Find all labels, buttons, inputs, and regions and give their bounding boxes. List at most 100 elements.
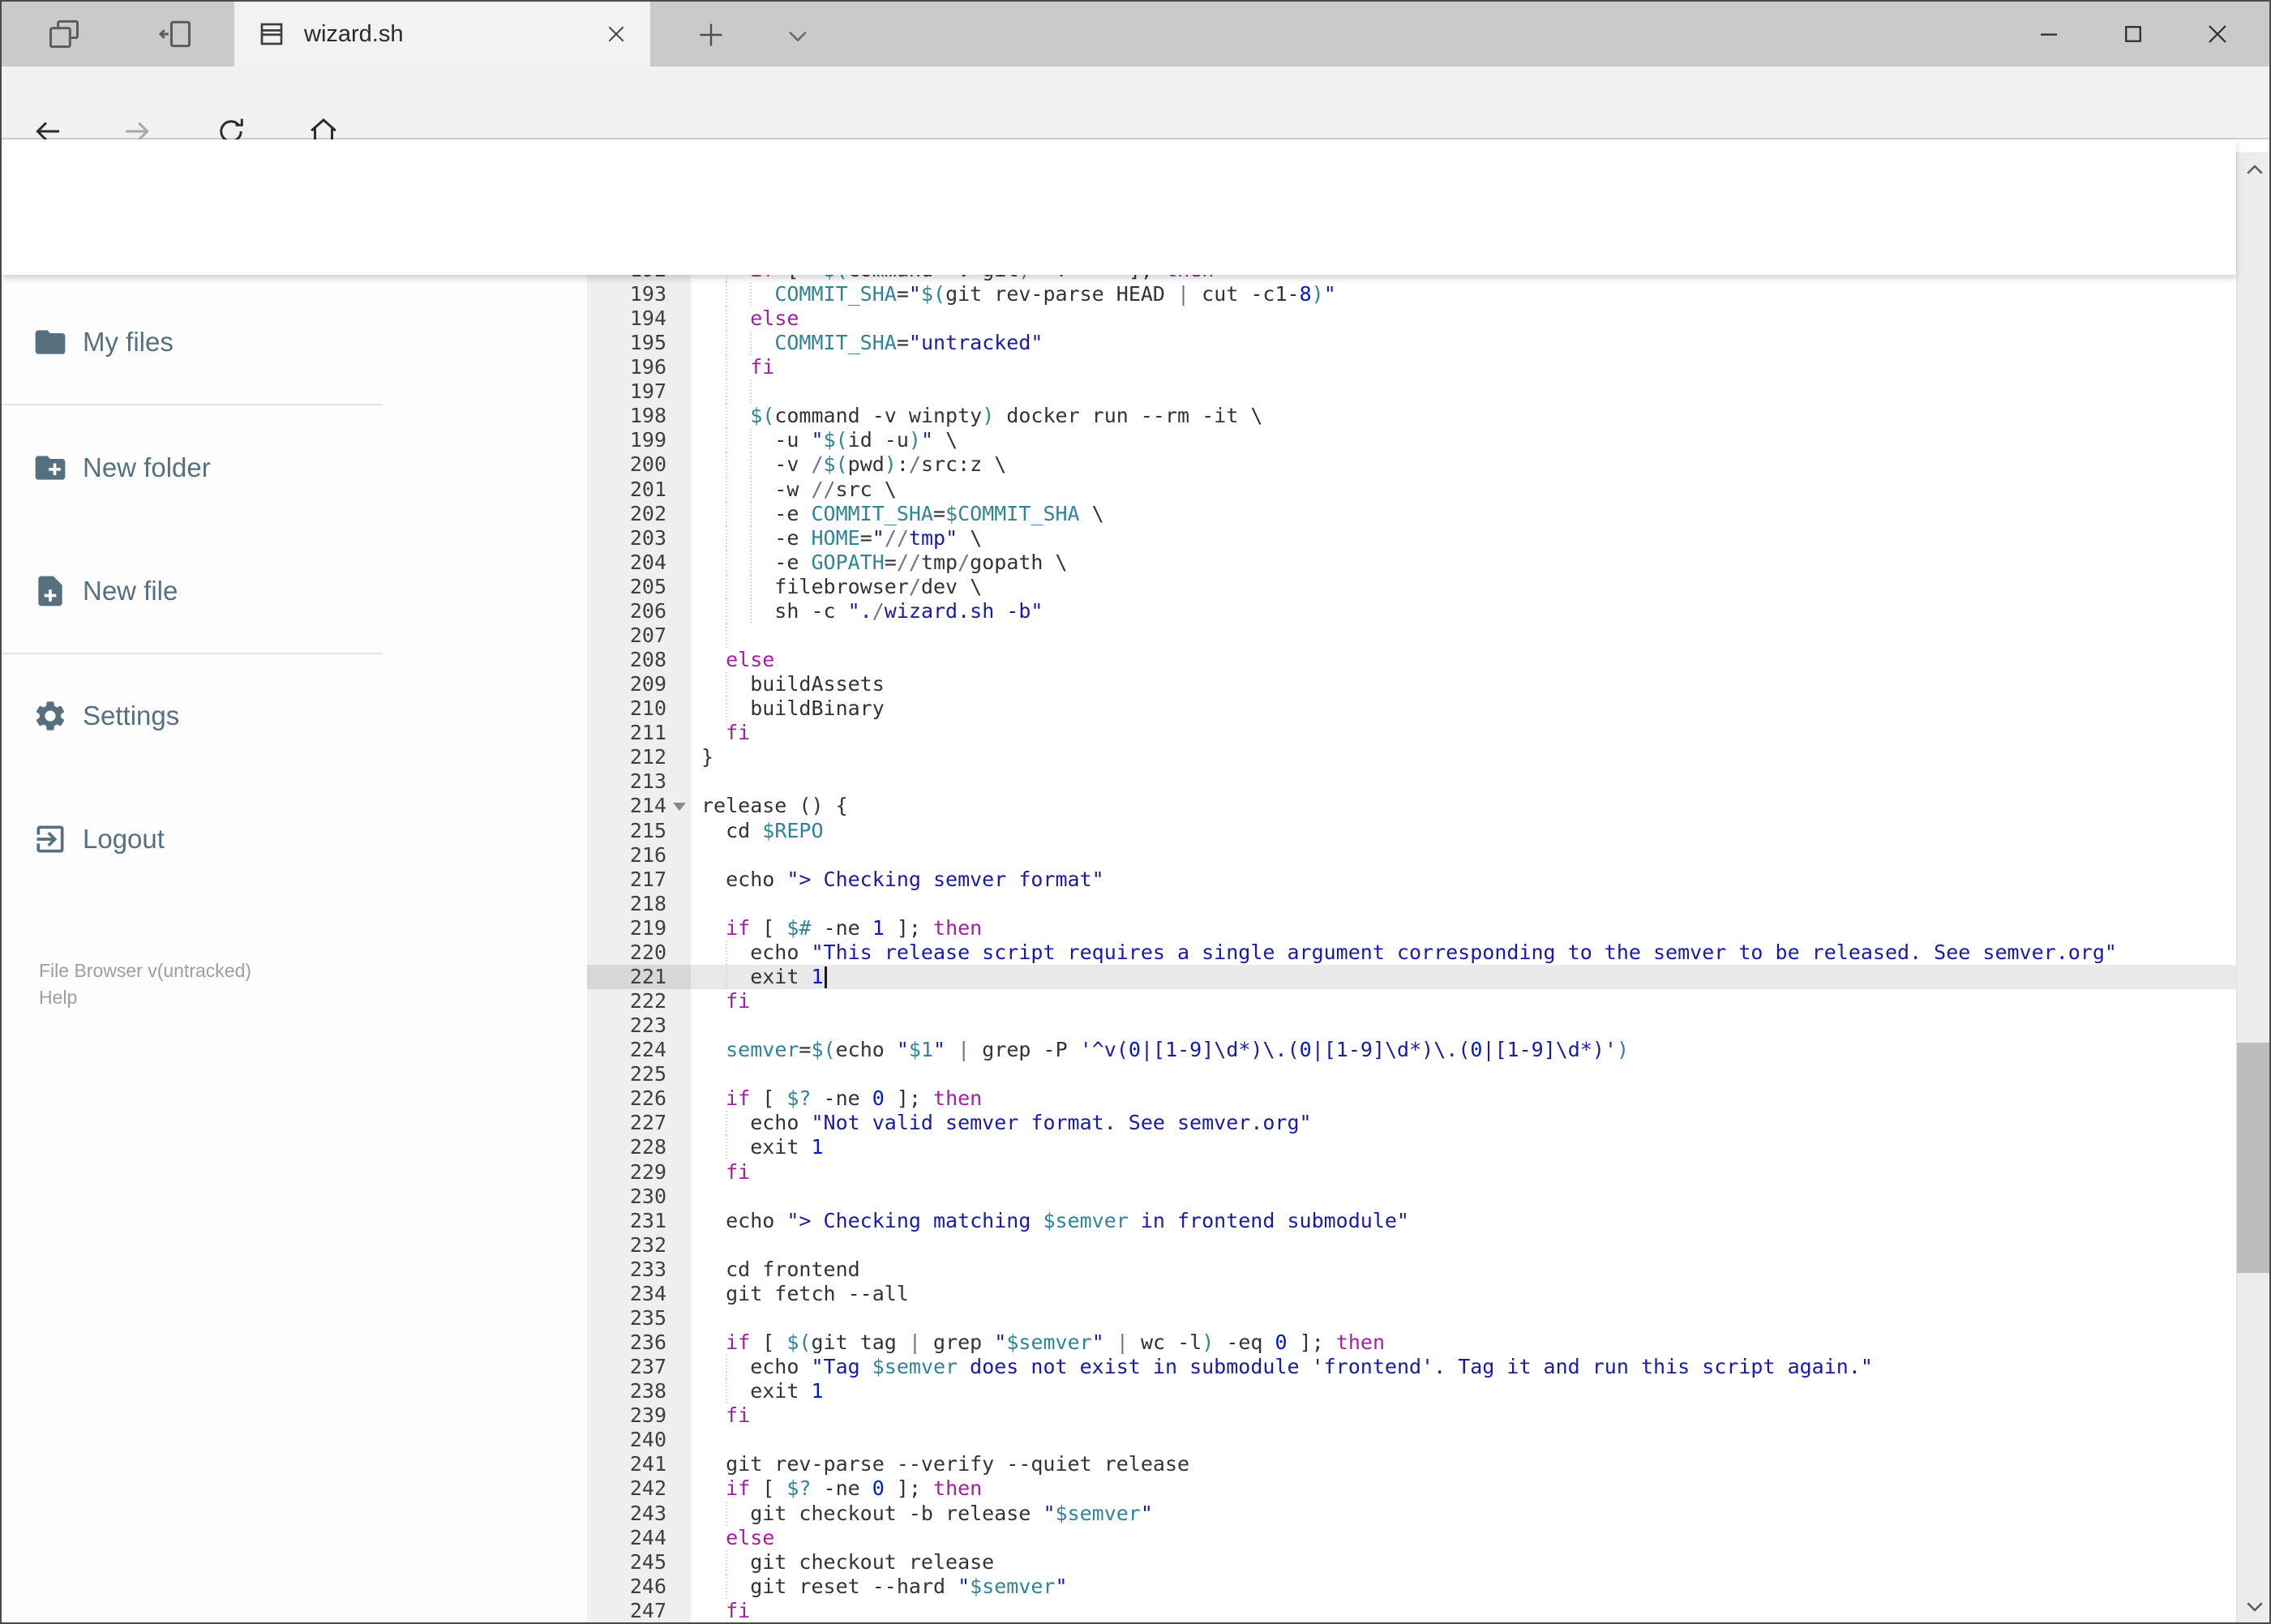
sidebar-item-new-file[interactable]: New file [2,573,569,609]
code-line[interactable]: release () { [691,794,2236,818]
code-token: \ [1079,502,1104,525]
code-line[interactable] [691,1428,2236,1452]
tab-preview-icon[interactable] [41,13,87,55]
code-line[interactable] [691,892,2236,916]
scroll-down-icon[interactable] [2237,1588,2269,1622]
code-line[interactable]: fi [691,1403,2236,1428]
code-line[interactable]: if [ $? -ne 0 ]; then [691,1476,2236,1501]
sidebar-item-my-files[interactable]: My files [2,324,569,360]
code-line[interactable]: git reset --hard "$semver" [691,1575,2236,1599]
code-line[interactable]: echo "> Checking semver format" [691,868,2236,892]
line-number: 240 [629,1428,666,1451]
code-line[interactable]: else [691,1526,2236,1550]
code-line[interactable]: else [691,306,2236,331]
code-line[interactable]: COMMIT_SHA="$(git rev-parse HEAD | cut -… [691,282,2236,306]
code-line[interactable] [691,379,2236,404]
code-token: sh -c [701,599,848,623]
code-token: wc -l [1128,1330,1202,1354]
code-line[interactable] [691,1062,2236,1086]
line-number: 241 [629,1452,666,1476]
code-line[interactable]: fi [691,1160,2236,1185]
code-line[interactable]: exit 1 [691,965,2236,989]
code-line[interactable]: if [ $? -ne 0 ]; then [691,1086,2236,1111]
code-line[interactable]: fi [691,1599,2236,1622]
code-area[interactable]: if [ "$(command -v git)" != "" ]; then C… [691,275,2236,1622]
code-line[interactable]: -e GOPATH=//tmp/gopath \ [691,551,2236,575]
tab-close-icon[interactable] [600,18,632,50]
maximize-button[interactable] [2091,8,2175,60]
code-line[interactable]: echo "Not valid semver format. See semve… [691,1111,2236,1135]
code-line[interactable]: cd frontend [691,1258,2236,1282]
code-line[interactable]: git fetch --all [691,1282,2236,1306]
code-line[interactable]: fi [691,989,2236,1013]
new-tab-icon[interactable] [687,16,735,54]
code-line[interactable]: -e COMMIT_SHA=$COMMIT_SHA \ [691,502,2236,526]
code-line[interactable]: COMMIT_SHA="untracked" [691,331,2236,355]
code-line[interactable]: cd $REPO [691,819,2236,843]
line-number: 207 [629,623,666,647]
indent-guide [726,428,727,452]
code-token: $semver [970,1575,1056,1598]
code-line[interactable]: -e HOME="//tmp" \ [691,526,2236,551]
code-line[interactable]: -v /$(pwd):/src:z \ [691,452,2236,477]
code-token: grep -P [970,1038,1080,1061]
code-line[interactable]: fi [691,355,2236,379]
code-line[interactable]: -u "$(id -u)" \ [691,428,2236,452]
minimize-button[interactable] [2007,8,2091,60]
code-line[interactable]: echo "This release script requires a sin… [691,941,2236,965]
code-line[interactable]: git checkout -b release "$semver" [691,1502,2236,1526]
tab-list-chevron-icon[interactable] [773,19,822,52]
code-line[interactable]: $(command -v winpty) docker run --rm -it… [691,404,2236,428]
code-line[interactable]: echo "Tag $semver does not exist in subm… [691,1355,2236,1379]
code-line[interactable] [691,623,2236,648]
code-line[interactable]: echo "> Checking matching $semver in fro… [691,1209,2236,1233]
scroll-up-icon[interactable] [2237,152,2269,188]
code-line[interactable]: git checkout release [691,1550,2236,1575]
code-token: $# [786,916,812,940]
browser-tab[interactable]: wizard.sh [234,2,650,66]
code-token: -ne [811,1476,872,1500]
set-tabs-aside-icon[interactable] [153,13,199,55]
code-line[interactable]: buildAssets [691,672,2236,696]
code-line[interactable] [691,843,2236,868]
code-line[interactable]: fi [691,721,2236,745]
code-line[interactable]: if [ $(git tag | grep "$semver" | wc -l)… [691,1330,2236,1355]
code-editor[interactable]: 1921931941951961971981992002012022032042… [587,275,2236,1622]
page-scrollbar[interactable] [2236,152,2269,1622]
code-token: / [908,575,921,598]
code-line[interactable] [691,1013,2236,1038]
scrollbar-thumb[interactable] [2237,1043,2269,1273]
code-line[interactable]: -w //src \ [691,478,2236,502]
code-line[interactable] [691,1233,2236,1258]
code-line[interactable]: } [691,745,2236,769]
code-token: = [859,526,872,550]
sidebar-item-settings[interactable]: Settings [2,698,569,734]
code-line[interactable]: if [ "$(command -v git)" != "" ]; then [691,275,2236,282]
code-token: command -v winpty [774,404,983,427]
code-line[interactable]: buildBinary [691,696,2236,721]
code-line[interactable]: if [ $# -ne 1 ]; then [691,916,2236,941]
code-line[interactable]: else [691,648,2236,672]
code-token: if [726,1476,751,1500]
code-line[interactable]: git rev-parse --verify --quiet release [691,1452,2236,1476]
code-line[interactable] [691,769,2236,794]
code-token: 0 [872,1086,885,1110]
code-line[interactable]: exit 1 [691,1379,2236,1403]
code-line[interactable]: filebrowser/dev \ [691,575,2236,599]
indent-guide [726,275,727,282]
help-link[interactable]: Help [39,987,77,1009]
fold-toggle-icon[interactable] [673,803,686,811]
sidebar-item-new-folder[interactable]: New folder [2,450,569,486]
code-line[interactable]: semver=$(echo "$1" | grep -P '^v(0|[1-9]… [691,1038,2236,1062]
code-line[interactable]: sh -c "./wizard.sh -b" [691,599,2236,623]
code-token: exit [701,1135,812,1159]
sidebar-item-logout[interactable]: Logout [2,821,569,857]
code-line[interactable] [691,1185,2236,1209]
code-token: [ [774,275,811,281]
code-line[interactable] [691,1306,2236,1330]
code-line[interactable]: exit 1 [691,1135,2236,1159]
close-window-button[interactable] [2175,8,2260,60]
code-token: $REPO [762,819,824,842]
